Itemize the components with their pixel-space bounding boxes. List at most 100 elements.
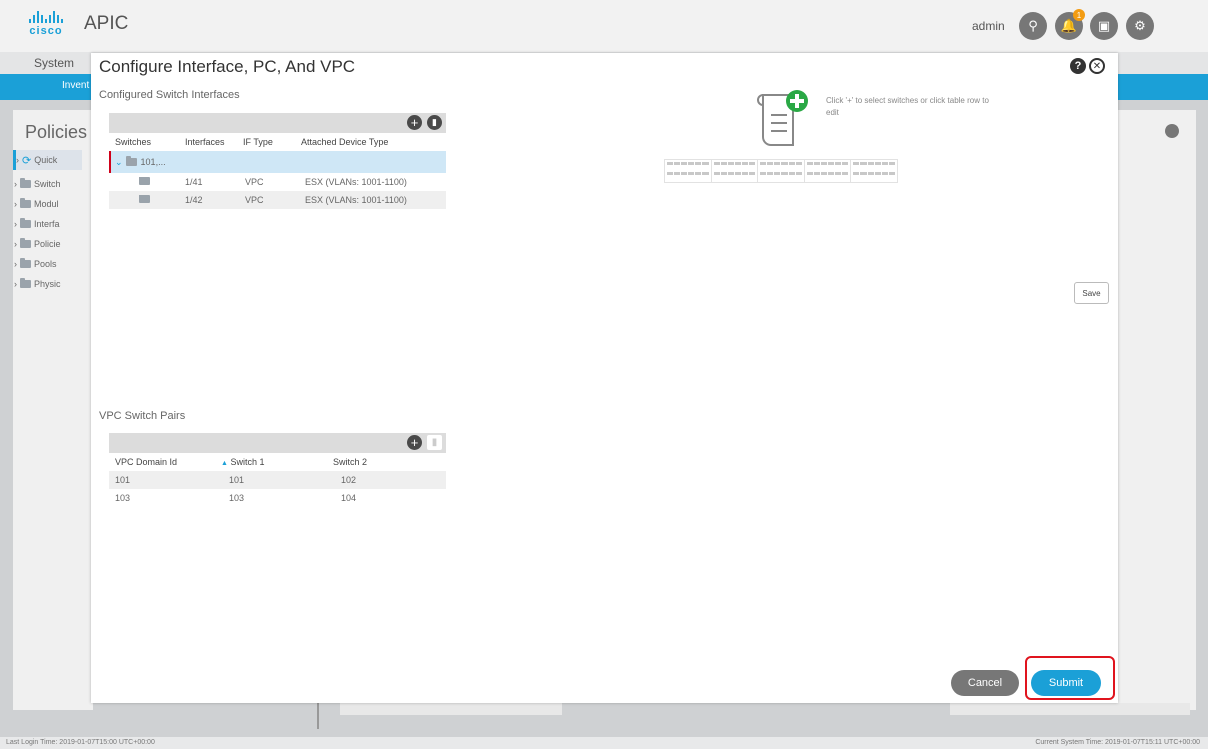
list-icon[interactable] — [1165, 124, 1179, 138]
table-row[interactable]: 1/41 VPC ESX (VLANs: 1001-1100) — [109, 173, 446, 191]
vpc-switch-pairs-label: VPC Switch Pairs — [99, 410, 186, 422]
nav-item-interfaces[interactable]: › Interfa — [14, 214, 80, 234]
configured-interfaces-label: Configured Switch Interfaces — [99, 89, 240, 101]
user-menu[interactable]: admin — [972, 19, 1005, 33]
nav-item-quick[interactable]: › ⟳ Quick — [13, 150, 82, 170]
folder-icon — [20, 178, 31, 188]
table-header: VPC Domain Id ▲ Switch 1 Switch 2 — [109, 453, 446, 471]
column-header[interactable]: IF Type — [243, 137, 301, 147]
column-header[interactable]: Switches — [109, 137, 185, 147]
table-toolbar: + ▮ — [109, 113, 446, 133]
cisco-logo: cisco — [26, 11, 66, 41]
nav-item-label: Policie — [34, 239, 61, 249]
cancel-button[interactable]: Cancel — [951, 670, 1019, 696]
folder-icon — [20, 258, 31, 268]
background-strip — [340, 703, 562, 715]
table-row[interactable]: 101 101 102 — [109, 471, 446, 489]
folder-icon — [20, 218, 31, 228]
vpc-domain-cell: 103 — [115, 493, 131, 503]
folder-icon — [20, 278, 31, 288]
column-header[interactable]: Switch 2 — [333, 457, 433, 467]
trash-icon: ▮ — [427, 435, 442, 450]
vpc-domain-cell: 101 — [115, 475, 131, 485]
chevron-down-icon[interactable]: ⌄ — [111, 157, 123, 168]
notification-badge: 1 — [1073, 9, 1085, 21]
divider — [317, 703, 319, 729]
folder-icon — [139, 195, 150, 203]
if-type-cell: VPC — [245, 177, 264, 187]
vpc-pairs-table: + ▮ VPC Domain Id ▲ Switch 1 Switch 2 10… — [109, 433, 446, 507]
nav-item-label: Interfa — [34, 219, 60, 229]
switch1-cell: 103 — [229, 493, 245, 503]
trash-icon[interactable]: ▮ — [427, 115, 442, 130]
nav-item-label: Pools — [34, 259, 57, 269]
folder-icon — [20, 198, 31, 208]
app-title: APIC — [84, 13, 129, 34]
switch1-cell: 101 — [229, 475, 245, 485]
status-footer: Last Login Time: 2019-01-07T15:00 UTC+00… — [0, 737, 1208, 749]
switch2-cell: 102 — [341, 475, 357, 485]
switch-group-label: 101,... — [140, 157, 166, 167]
submit-button[interactable]: Submit — [1031, 670, 1101, 696]
add-icon[interactable]: + — [407, 115, 422, 130]
configured-interfaces-table: + ▮ Switches Interfaces IF Type Attached… — [109, 113, 446, 209]
last-login-time: Last Login Time: 2019-01-07T15:00 UTC+00… — [6, 739, 155, 746]
configure-interface-dialog: Configure Interface, PC, And VPC ? ✕ Con… — [91, 53, 1118, 703]
app-header: cisco APIC admin ⚲ 🔔 1 ▣ ⚙ — [0, 0, 1208, 52]
column-header-label: Switch 1 — [230, 457, 265, 467]
switch2-cell: 104 — [341, 493, 357, 503]
screen-icon[interactable]: ▣ — [1090, 12, 1118, 40]
nav-item-modules[interactable]: › Modul — [14, 194, 80, 214]
folder-icon — [139, 177, 150, 185]
chevron-right-icon: › — [14, 239, 17, 249]
nav-item-label: Quick — [34, 155, 58, 165]
column-header[interactable]: Interfaces — [185, 137, 243, 147]
table-toolbar: + ▮ — [109, 433, 446, 453]
close-icon[interactable]: ✕ — [1089, 58, 1105, 74]
table-row-group[interactable]: ⌄ 101,... — [109, 151, 446, 173]
table-header: Switches Interfaces IF Type Attached Dev… — [109, 133, 446, 151]
page-title: Policies — [25, 122, 88, 142]
submenu-inventory[interactable]: Invent — [62, 80, 89, 91]
sort-ascending-icon: ▲ — [221, 460, 228, 467]
column-header[interactable]: VPC Domain Id — [109, 457, 221, 467]
chevron-right-icon: › — [14, 179, 17, 189]
chevron-right-icon: › — [14, 259, 17, 269]
switch-port-panel[interactable] — [664, 159, 898, 183]
if-type-cell: VPC — [245, 195, 264, 205]
scroll-document-icon — [757, 90, 808, 146]
nav-item-policies[interactable]: › Policie — [14, 234, 80, 254]
help-icon[interactable]: ? — [1070, 58, 1086, 74]
folder-icon — [20, 238, 31, 248]
brand-name: cisco — [29, 25, 63, 37]
select-switch-hint: Click '+' to select switches or click ta… — [826, 96, 989, 117]
quick-start-icon: ⟳ — [22, 154, 32, 167]
nav-item-label: Modul — [34, 199, 59, 209]
bell-icon[interactable]: 🔔 1 — [1055, 9, 1085, 40]
nav-item-switches[interactable]: › Switch — [14, 174, 80, 194]
current-system-time: Current System Time: 2019-01-07T15:11 UT… — [1035, 739, 1200, 746]
nav-item-physical[interactable]: › Physic — [14, 274, 80, 294]
nav-item-label: Physic — [34, 279, 61, 289]
right-pane — [1116, 110, 1196, 710]
nav-item-label: Switch — [34, 179, 61, 189]
menu-system[interactable]: System — [34, 56, 74, 70]
chevron-right-icon: › — [14, 279, 17, 289]
interface-cell: 1/42 — [185, 195, 203, 205]
save-button[interactable]: Save — [1074, 282, 1109, 304]
background-strip — [950, 703, 1190, 715]
chevron-right-icon: › — [16, 155, 19, 165]
chevron-right-icon: › — [14, 199, 17, 209]
interface-cell: 1/41 — [185, 177, 203, 187]
column-header[interactable]: Attached Device Type — [301, 137, 441, 147]
device-type-cell: ESX (VLANs: 1001-1100) — [305, 177, 407, 187]
nav-item-pools[interactable]: › Pools — [14, 254, 80, 274]
gear-icon[interactable]: ⚙ — [1126, 12, 1154, 40]
search-icon[interactable]: ⚲ — [1019, 12, 1047, 40]
table-row[interactable]: 103 103 104 — [109, 489, 446, 507]
device-type-cell: ESX (VLANs: 1001-1100) — [305, 195, 407, 205]
select-switch-graphic[interactable] — [751, 87, 831, 157]
table-row[interactable]: 1/42 VPC ESX (VLANs: 1001-1100) — [109, 191, 446, 209]
add-icon[interactable]: + — [407, 435, 422, 450]
column-header-sorted[interactable]: ▲ Switch 1 — [221, 457, 333, 467]
